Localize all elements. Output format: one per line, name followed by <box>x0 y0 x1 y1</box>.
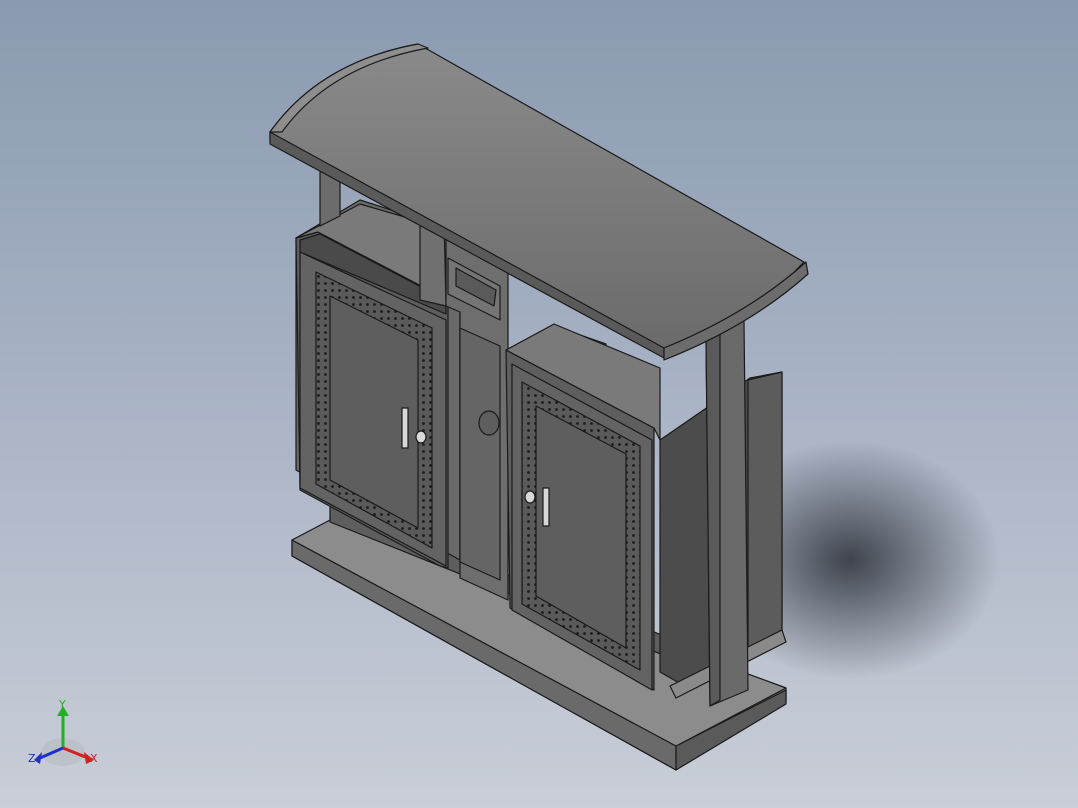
3d-viewport[interactable]: Y X Z <box>0 0 1078 808</box>
axis-triad[interactable]: Y X Z <box>28 698 98 766</box>
ash-tray-opening[interactable] <box>478 410 500 436</box>
z-axis-label: Z <box>28 752 36 765</box>
y-axis-label: Y <box>58 698 66 711</box>
model-view[interactable]: Y X Z <box>0 0 1078 808</box>
right-post[interactable] <box>705 319 749 707</box>
x-axis-label: X <box>90 752 98 765</box>
